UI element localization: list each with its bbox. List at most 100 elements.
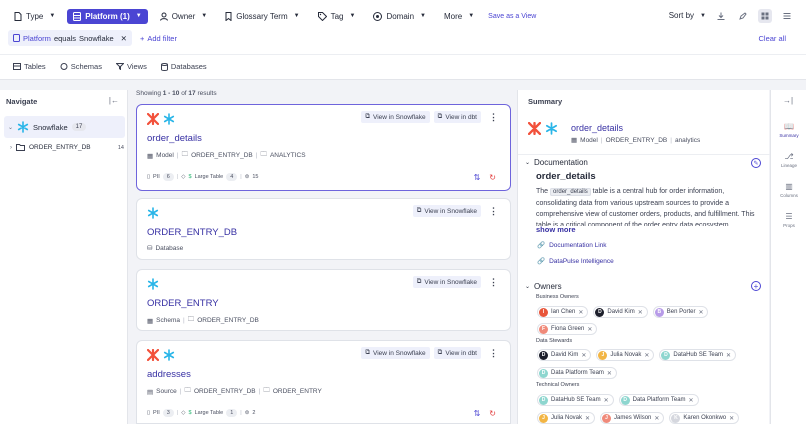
- clear-all-link[interactable]: Clear all: [758, 34, 786, 43]
- entity-name[interactable]: order_details: [571, 123, 623, 133]
- view-in-snowflake-button[interactable]: ⧉ View in Snowflake: [361, 347, 430, 359]
- view-in-snowflake-button[interactable]: ⧉ View in Snowflake: [361, 111, 430, 123]
- nav-item-order-entry-db[interactable]: › ORDER_ENTRY_DB 14: [10, 144, 124, 151]
- avatar: J: [602, 413, 612, 423]
- remove-icon[interactable]: ✕: [698, 309, 703, 316]
- tab-databases-label: Databases: [170, 62, 207, 71]
- rail-item-summary[interactable]: 📖 Summary: [771, 122, 806, 138]
- view-in-dbt-button[interactable]: ⧉ View in dbt: [433, 347, 481, 359]
- avatar: D: [620, 395, 630, 405]
- remove-icon[interactable]: ✕: [644, 352, 649, 359]
- tab-tables[interactable]: Tables: [10, 61, 49, 72]
- owner-chip[interactable]: K Karen Okonkwo ✕: [669, 412, 740, 424]
- owners-section-header[interactable]: ⌄ Owners: [525, 282, 562, 291]
- tab-views[interactable]: Views: [113, 61, 150, 72]
- download-button[interactable]: [714, 9, 728, 23]
- remove-icon[interactable]: ✕: [726, 352, 731, 359]
- active-filter-chip[interactable]: Platform equals Snowflake ✕: [8, 30, 132, 46]
- owner-chip[interactable]: D DataHub SE Team ✕: [659, 349, 737, 361]
- add-owner-button[interactable]: +: [751, 281, 761, 291]
- remove-icon[interactable]: ✕: [654, 415, 659, 422]
- owner-chip[interactable]: D Data Platform Team ✕: [537, 367, 617, 379]
- view-in-snowflake-button[interactable]: ⧉ View in Snowflake: [412, 276, 481, 288]
- filter-more-button[interactable]: More ▼: [438, 9, 480, 24]
- sort-arrows-icon[interactable]: ⇅: [474, 409, 481, 418]
- refresh-icon[interactable]: ↻: [489, 409, 496, 418]
- sidebar-rail: →| 📖 Summary ⎇ Lineage ▥ Columns ☰ Props: [770, 90, 806, 424]
- tab-schemas[interactable]: Schemas: [57, 61, 105, 72]
- owner-row: F Fiona Green ✕: [537, 323, 598, 335]
- filter-type-button[interactable]: Type ▼: [8, 9, 61, 24]
- close-icon[interactable]: ✕: [121, 34, 127, 43]
- view-in-snowflake-label: View in Snowflake: [373, 349, 426, 357]
- rail-item-props[interactable]: ☰ Props: [771, 212, 806, 228]
- owner-chip[interactable]: D DataHub SE Team ✕: [537, 394, 614, 406]
- remove-icon[interactable]: ✕: [585, 415, 590, 422]
- filter-tag-button[interactable]: Tag ▼: [312, 9, 362, 24]
- save-as-view-link[interactable]: Save as a View: [488, 13, 536, 20]
- owner-chip[interactable]: B Ben Porter ✕: [652, 306, 709, 318]
- more-menu-icon[interactable]: ⋮: [489, 348, 498, 359]
- result-card[interactable]: ⧉ View in Snowflake ⧉ View in dbt ⋮ order_…: [136, 104, 511, 191]
- database-icon: [73, 11, 82, 21]
- add-filter-button[interactable]: + Add filter: [140, 34, 177, 43]
- rail-item-columns[interactable]: ▥ Columns: [771, 182, 806, 198]
- remove-icon[interactable]: ✕: [587, 326, 592, 333]
- card-title[interactable]: addresses: [147, 369, 191, 380]
- collapse-right-icon[interactable]: →|: [783, 96, 793, 105]
- more-menu-icon[interactable]: ⋮: [489, 206, 498, 217]
- avatar: D: [661, 350, 671, 360]
- filter-glossary-button[interactable]: Glossary Term ▼: [219, 9, 305, 24]
- owner-chip[interactable]: J Julia Novak ✕: [596, 349, 655, 361]
- remove-icon[interactable]: ✕: [689, 397, 694, 404]
- grid-icon: [761, 12, 769, 19]
- remove-icon[interactable]: ✕: [581, 352, 586, 359]
- lineage-icon: ⊜: [244, 174, 250, 180]
- documentation-section-header[interactable]: ⌄ Documentation: [525, 158, 588, 167]
- model-icon: ▦: [147, 152, 154, 160]
- datapulse-link[interactable]: 🔗 DataPulse Intelligence: [537, 257, 614, 266]
- filter-owner-button[interactable]: Owner ▼: [154, 9, 214, 24]
- owner-chip[interactable]: D David Kim ✕: [593, 306, 648, 318]
- remove-icon[interactable]: ✕: [604, 397, 609, 404]
- result-card[interactable]: ⧉ View in Snowflake ⧉ View in dbt ⋮ addres…: [136, 340, 511, 424]
- dbt-icon: [147, 349, 159, 361]
- documentation-link[interactable]: 🔗 Documentation Link: [537, 241, 607, 250]
- owner-chip[interactable]: J James Wilson ✕: [600, 412, 665, 424]
- view-in-snowflake-button[interactable]: ⧉ View in Snowflake: [412, 205, 481, 217]
- owner-chip[interactable]: D David Kim ✕: [537, 349, 592, 361]
- list-view-button[interactable]: [780, 9, 794, 23]
- view-in-dbt-button[interactable]: ⧉ View in dbt: [433, 111, 481, 123]
- collapse-left-icon[interactable]: |←: [109, 96, 119, 105]
- database-icon: [160, 62, 168, 71]
- card-title[interactable]: ORDER_ENTRY_DB: [147, 227, 237, 238]
- remove-icon[interactable]: ✕: [638, 309, 643, 316]
- card-title[interactable]: ORDER_ENTRY: [147, 298, 219, 309]
- remove-icon[interactable]: ✕: [607, 370, 612, 377]
- card-meta: ▦ Model | 🗀 ORDER_ENTRY_DB | 🗀 ANALYTICS: [147, 150, 306, 161]
- rail-item-lineage[interactable]: ⎇ Lineage: [771, 152, 806, 168]
- refresh-icon[interactable]: ↻: [489, 173, 496, 182]
- card-view-button[interactable]: [758, 8, 772, 23]
- tab-schemas-label: Schemas: [70, 62, 102, 71]
- result-card[interactable]: ⧉ View in Snowflake ⋮ ORDER_ENTRY_DB ⛁ Dat…: [136, 198, 511, 260]
- more-menu-icon[interactable]: ⋮: [489, 112, 498, 123]
- owner-chip[interactable]: J Julia Novak ✕: [537, 412, 596, 424]
- edit-documentation-button[interactable]: ✎: [751, 158, 761, 168]
- owner-chip[interactable]: D Data Platform Team ✕: [618, 394, 699, 406]
- result-card[interactable]: ⧉ View in Snowflake ⋮ ORDER_ENTRY ▦ Schema…: [136, 269, 511, 331]
- tab-databases[interactable]: Databases: [158, 61, 210, 72]
- owner-chip[interactable]: F Fiona Green ✕: [537, 323, 598, 335]
- filter-domain-button[interactable]: Domain ▼: [367, 9, 432, 24]
- filter-platform-button[interactable]: Platform (1) ▼: [67, 8, 148, 24]
- sort-by-button[interactable]: Sort by ▼: [669, 8, 706, 23]
- show-more-link[interactable]: show more: [536, 225, 576, 234]
- remove-icon[interactable]: ✕: [729, 415, 734, 422]
- owner-chip[interactable]: I Ian Chen ✕: [537, 306, 589, 318]
- card-title[interactable]: order_details: [147, 133, 202, 144]
- sort-arrows-icon[interactable]: ⇅: [474, 173, 481, 182]
- nav-item-snowflake[interactable]: ⌄ Snowflake 17: [4, 116, 125, 138]
- remove-icon[interactable]: ✕: [578, 309, 583, 316]
- more-menu-icon[interactable]: ⋮: [489, 277, 498, 288]
- edit-button[interactable]: [736, 9, 750, 23]
